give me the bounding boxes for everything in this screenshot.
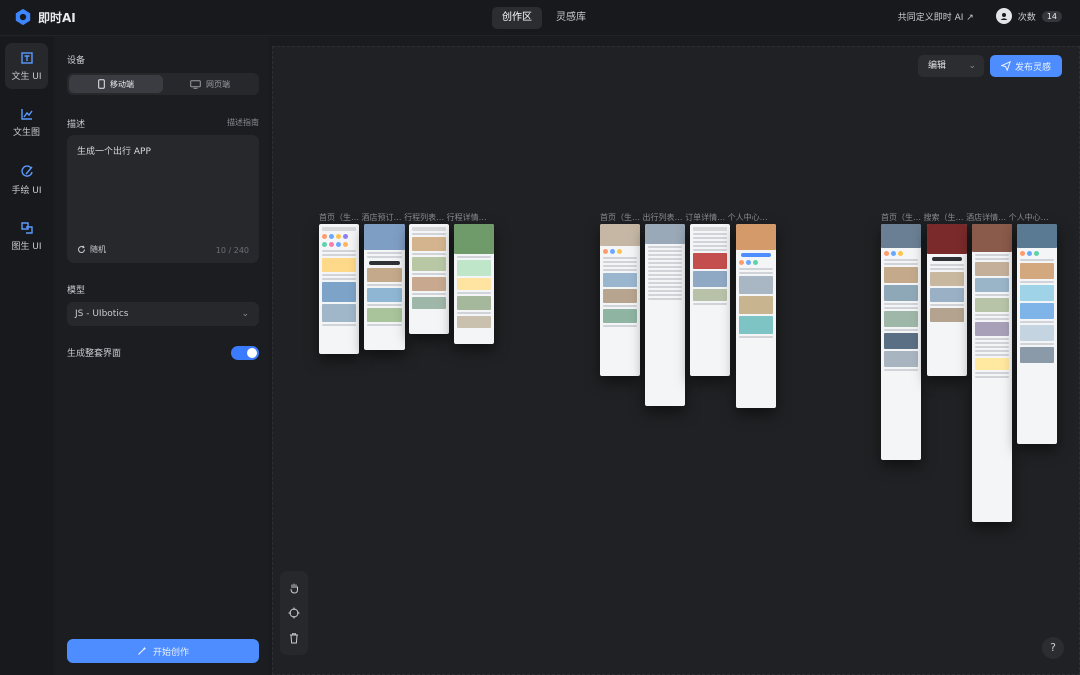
monitor-icon xyxy=(190,79,201,89)
device-toggle: 移动端 网页端 xyxy=(67,73,259,95)
rail-label: 文生 UI xyxy=(11,71,42,82)
co-define-link[interactable]: 共同定义即时 AI ↗ xyxy=(898,10,974,23)
screen-thumbnail-hotel-detail[interactable] xyxy=(972,224,1012,522)
device-option-label: 移动端 xyxy=(110,79,134,89)
trash-icon[interactable] xyxy=(288,632,300,644)
description-text[interactable]: 生成一个出行 APP xyxy=(77,144,151,157)
rail-item-text-to-image[interactable]: 文生图 xyxy=(5,99,48,145)
screen-group-title: 首页（生… 出行列表… 订单详情… 个人中心… xyxy=(600,213,768,222)
rail-label: 图生 UI xyxy=(11,241,42,252)
canvas-toolbar xyxy=(280,571,308,655)
app-logo[interactable]: 即时AI xyxy=(14,8,76,26)
rail-label: 文生图 xyxy=(12,127,40,138)
full-ui-label: 生成整套界面 xyxy=(67,349,122,359)
description-input[interactable]: 生成一个出行 APP 随机 10 / 240 xyxy=(67,135,259,263)
edit-mode-label: 编辑 xyxy=(928,61,947,71)
chevron-down-icon: ⌄ xyxy=(241,309,249,319)
focus-icon[interactable] xyxy=(288,607,300,619)
top-bar: 即时AI 创作区 灵感库 共同定义即时 AI ↗ 次数 14 xyxy=(0,0,1080,36)
user-icon xyxy=(1000,13,1008,20)
screen-group-title: 首页（生… 搜索（生… 酒店详情… 个人中心… xyxy=(881,213,1049,222)
model-value: JS - UIbotics xyxy=(75,309,129,319)
hand-icon[interactable] xyxy=(288,582,300,594)
tab-create-area[interactable]: 创作区 xyxy=(492,7,542,29)
credits-label: 次数 xyxy=(1017,12,1036,23)
sketch-ui-icon xyxy=(20,164,33,177)
model-select[interactable]: JS - UIbotics ⌄ xyxy=(67,302,259,326)
rail-label: 手绘 UI xyxy=(11,185,42,196)
rail-item-image-to-ui[interactable]: 图生 UI xyxy=(5,213,48,259)
mode-rail: 文生 UI 文生图 手绘 UI 图生 UI xyxy=(0,37,53,675)
rail-item-sketch-ui[interactable]: 手绘 UI xyxy=(5,157,48,203)
app-name: 即时AI xyxy=(38,10,76,25)
rail-item-text-to-ui[interactable]: 文生 UI xyxy=(5,43,48,89)
publish-label: 发布灵感 xyxy=(1014,62,1051,73)
tab-inspiration-library[interactable]: 灵感库 xyxy=(546,7,596,29)
screen-thumbnail-profile[interactable] xyxy=(736,224,776,408)
help-button[interactable]: ? xyxy=(1042,637,1064,659)
screen-thumbnail-order-detail[interactable] xyxy=(690,224,730,376)
random-button[interactable]: 随机 xyxy=(77,244,106,255)
start-create-button[interactable]: 开始创作 xyxy=(67,639,259,663)
phone-icon xyxy=(98,79,105,89)
send-icon xyxy=(1000,61,1011,71)
text-to-ui-icon xyxy=(20,51,33,64)
refresh-icon xyxy=(78,245,85,253)
chevron-down-icon: ⌄ xyxy=(968,61,976,71)
settings-panel: 设备 移动端 网页端 描述 描述指南 生成一个出行 APP 随机 10 / 24… xyxy=(55,37,269,675)
description-guide-link[interactable]: 描述指南 xyxy=(227,117,259,128)
magic-wand-icon xyxy=(138,646,147,655)
screen-thumbnail-hotel-booking[interactable] xyxy=(364,224,405,350)
start-create-label: 开始创作 xyxy=(152,647,189,658)
screen-group-title: 首页（生… 酒店预订… 行程列表… 行程详情… xyxy=(319,213,487,222)
screen-thumbnail-trip-list[interactable] xyxy=(409,224,449,334)
image-to-ui-icon xyxy=(20,221,33,234)
description-label: 描述 xyxy=(67,120,86,130)
random-label: 随机 xyxy=(90,245,106,254)
char-count: 10 / 240 xyxy=(215,246,249,255)
screen-thumbnail-trip-detail[interactable] xyxy=(454,224,494,344)
device-option-web[interactable]: 网页端 xyxy=(163,75,257,93)
credits-area[interactable]: 次数 14 xyxy=(995,8,1062,24)
full-ui-toggle-row: 生成整套界面 xyxy=(67,345,259,361)
top-right-area: 共同定义即时 AI ↗ 次数 14 xyxy=(898,8,1062,24)
full-ui-switch[interactable] xyxy=(231,346,259,360)
text-to-image-icon xyxy=(20,108,33,120)
logo-icon xyxy=(15,8,31,26)
model-label: 模型 xyxy=(67,286,86,296)
screen-thumbnail-home[interactable] xyxy=(319,224,359,354)
edit-mode-select[interactable]: 编辑 ⌄ xyxy=(918,55,984,77)
avatar[interactable] xyxy=(995,8,1012,24)
screen-thumbnail-search[interactable] xyxy=(927,224,967,376)
device-option-label: 网页端 xyxy=(206,79,230,89)
main-tabs: 创作区 灵感库 xyxy=(492,7,596,29)
publish-button[interactable]: 发布灵感 xyxy=(990,55,1062,77)
screen-thumbnail-home[interactable] xyxy=(881,224,921,460)
screen-thumbnail-travel-list[interactable] xyxy=(645,224,685,406)
screen-thumbnail-home[interactable] xyxy=(600,224,640,376)
device-label: 设备 xyxy=(67,56,86,66)
screen-thumbnail-profile[interactable] xyxy=(1017,224,1057,444)
credits-badge: 14 xyxy=(1041,10,1062,22)
device-option-mobile[interactable]: 移动端 xyxy=(69,75,163,93)
